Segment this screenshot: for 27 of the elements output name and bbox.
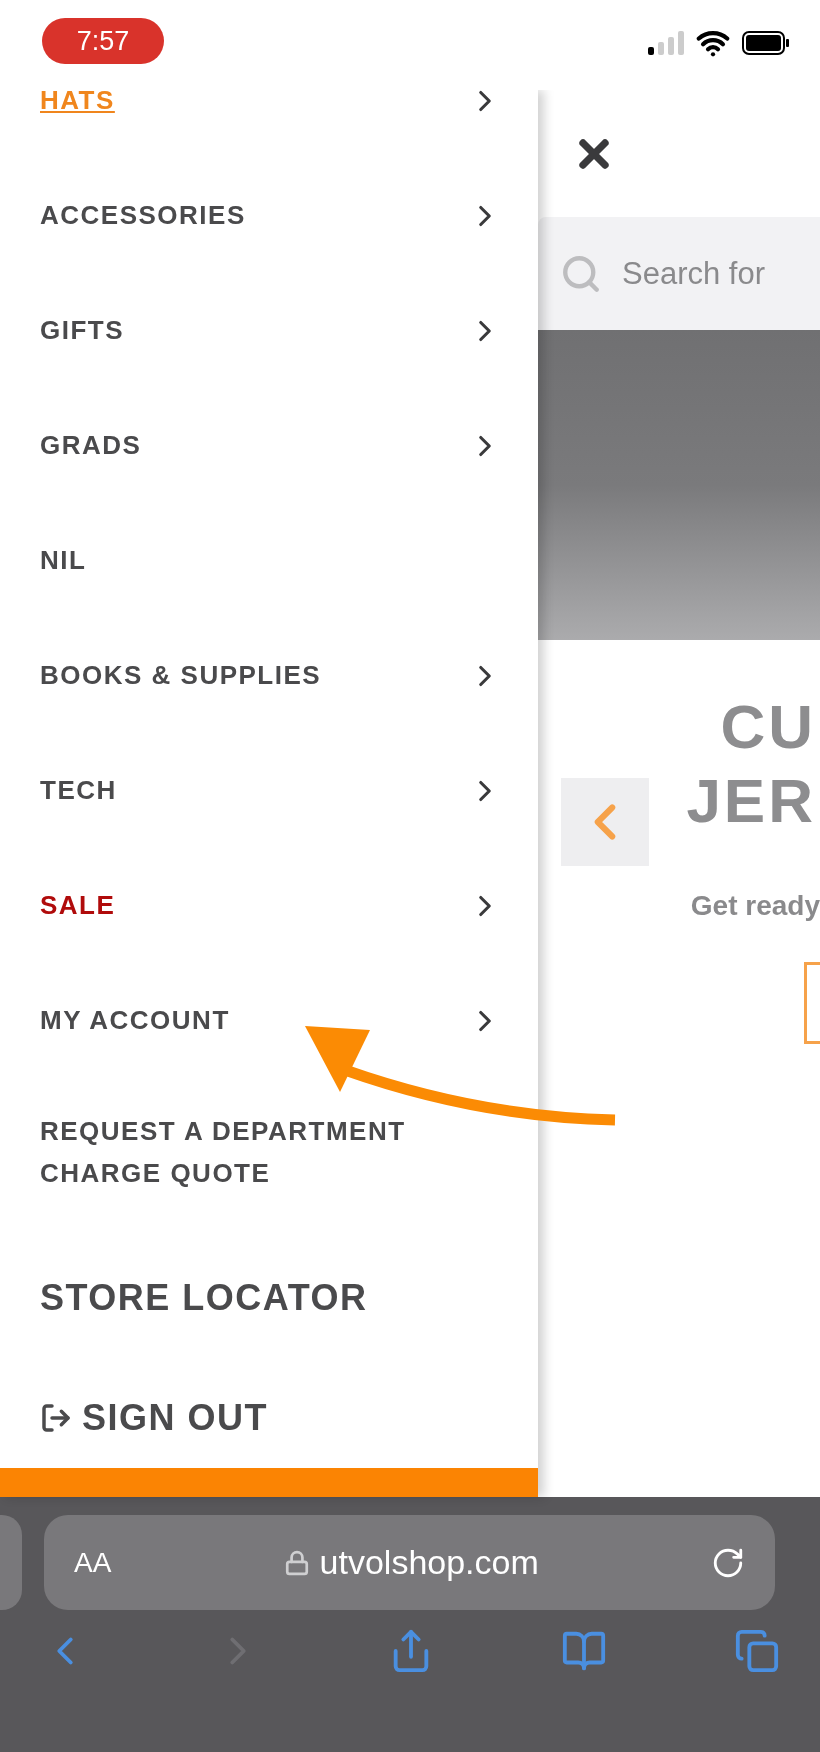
sign-out-icon <box>40 1402 72 1434</box>
menu-item[interactable]: MY ACCOUNT <box>40 999 230 1042</box>
signal-icon <box>648 31 684 55</box>
menu-item[interactable]: ACCESSORIES <box>40 194 246 237</box>
text-size-button[interactable]: AA <box>74 1546 112 1579</box>
previous-button[interactable] <box>561 778 649 866</box>
tab-stub[interactable] <box>0 1515 22 1610</box>
outlined-button[interactable] <box>804 962 820 1044</box>
menu-item[interactable]: SIGN OUT <box>82 1389 268 1447</box>
address-bar[interactable]: AA utvolshop.com <box>44 1515 775 1610</box>
url-text: utvolshop.com <box>319 1543 539 1582</box>
menu-item[interactable]: GRADS <box>40 424 142 467</box>
lock-icon <box>283 1549 310 1576</box>
menu-item[interactable]: SALE <box>40 884 116 927</box>
banner-heading: CU <box>720 691 816 763</box>
tabs-icon <box>734 1628 780 1674</box>
tabs-button[interactable] <box>734 1628 780 1674</box>
menu-item[interactable]: GIFTS <box>40 309 125 352</box>
menu-item[interactable]: BOOKS & SUPPLIES <box>40 654 322 697</box>
menu-item[interactable]: REQUEST A DEPARTMENT CHARGE QUOTE <box>40 1111 480 1195</box>
menu-item[interactable]: NIL <box>40 539 87 582</box>
banner-heading: JER <box>686 765 816 837</box>
battery-icon <box>742 31 790 55</box>
menu-item[interactable]: TECH <box>40 769 117 812</box>
menu-item[interactable]: STORE LOCATOR <box>40 1269 368 1327</box>
time-pill: 7:57 <box>42 18 164 64</box>
banner-subtitle: Get ready <box>690 890 820 922</box>
